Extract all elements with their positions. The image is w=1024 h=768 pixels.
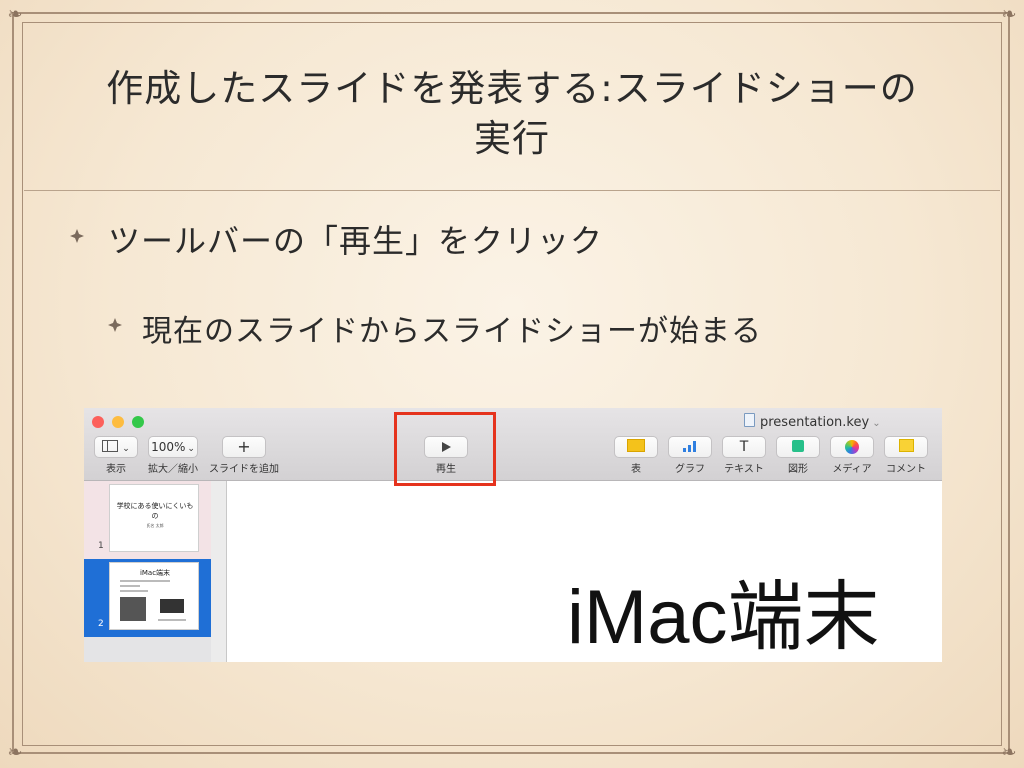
corner-ornament-top-left: ❧ — [7, 4, 23, 25]
shape-button[interactable] — [776, 436, 820, 458]
plus-icon: + — [237, 437, 251, 456]
slide-navigator-item-1[interactable]: 1 学校にある使いにくいもの 氏名 太郎 — [84, 481, 211, 559]
corner-ornament-top-right: ❧ — [1001, 4, 1017, 25]
slide-number: 2 — [98, 619, 104, 629]
sticky-note-icon — [898, 439, 914, 452]
thumbnail-title: 学校にある使いにくいもの — [116, 502, 194, 520]
chevron-down-icon: ⌄ — [122, 444, 130, 454]
zoom-label: 拡大／縮小 — [148, 464, 198, 475]
table-icon — [627, 439, 645, 452]
zoom-select[interactable]: 100% ⌄ — [148, 436, 198, 458]
slide-canvas[interactable]: iMac端末 — [226, 481, 942, 662]
media-button[interactable] — [830, 436, 874, 458]
comment-button[interactable] — [884, 436, 928, 458]
thumbnail-text-line — [120, 580, 170, 582]
slide-navigator: 1 学校にある使いにくいもの 氏名 太郎 2 iMac端末 — [84, 481, 211, 662]
text-button[interactable]: T — [722, 436, 766, 458]
chart-button[interactable] — [668, 436, 712, 458]
thumbnail-subtitle: 氏名 太郎 — [146, 523, 164, 528]
corner-ornament-bottom-right: ❧ — [1001, 742, 1017, 763]
slide-title-line2: 実行 — [474, 117, 550, 160]
table-label: 表 — [631, 464, 641, 475]
thumbnail-photo — [120, 597, 146, 621]
sidebar-layout-icon — [102, 440, 119, 452]
keynote-screenshot: presentation.key ⌄ ⌄ 表示 100% ⌄ 拡大／縮小 + スライ… — [84, 408, 942, 662]
text-label: テキスト — [724, 464, 764, 475]
chevron-down-icon: ⌄ — [187, 444, 195, 454]
corner-ornament-bottom-left: ❧ — [7, 742, 23, 763]
thumbnail-caption-line — [158, 619, 186, 621]
thumbnail-text-line — [120, 585, 140, 587]
view-button[interactable]: ⌄ — [94, 436, 138, 458]
document-title[interactable]: presentation.key ⌄ — [744, 413, 881, 430]
media-label: メディア — [832, 464, 872, 475]
bullet-1: ツールバーの「再生」をクリック — [108, 222, 604, 260]
thumbnail-text-line — [120, 590, 148, 592]
text-t-icon: T — [739, 439, 749, 455]
bar-chart-icon — [681, 440, 699, 452]
bullet-icon — [70, 229, 84, 243]
zoom-window-button[interactable] — [132, 416, 144, 428]
play-button-highlight — [394, 412, 496, 486]
keynote-file-icon — [744, 413, 755, 427]
slide-title-line1: 作成したスライドを発表する:スライドショーの — [106, 67, 918, 110]
title-divider — [24, 190, 1000, 191]
slide-number: 1 — [98, 541, 104, 551]
minimize-window-button[interactable] — [112, 416, 124, 428]
table-button[interactable] — [614, 436, 658, 458]
add-slide-label: スライドを追加 — [209, 464, 279, 475]
add-slide-button[interactable]: + — [222, 436, 266, 458]
keynote-toolbar: presentation.key ⌄ ⌄ 表示 100% ⌄ 拡大／縮小 + スライ… — [84, 408, 942, 481]
slide-navigator-item-2[interactable]: 2 iMac端末 — [84, 559, 211, 637]
slide-title: 作成したスライドを発表する:スライドショーの 実行 — [60, 64, 964, 164]
bullet-2: 現在のスライドからスライドショーが始まる — [142, 314, 762, 349]
bullet-icon — [108, 318, 122, 332]
shape-label: 図形 — [788, 464, 808, 475]
chevron-down-icon: ⌄ — [872, 418, 881, 429]
photos-flower-icon — [845, 440, 859, 454]
comment-label: コメント — [886, 464, 926, 475]
shape-square-icon — [792, 440, 804, 452]
chart-label: グラフ — [675, 464, 705, 475]
close-window-button[interactable] — [92, 416, 104, 428]
slide-thumbnail-1: 学校にある使いにくいもの 氏名 太郎 — [109, 484, 199, 552]
canvas-title: iMac端末 — [567, 575, 880, 660]
thumbnail-title: iMac端末 — [139, 569, 171, 577]
slide-thumbnail-2: iMac端末 — [109, 562, 199, 630]
view-label: 表示 — [106, 464, 126, 475]
thumbnail-photo — [160, 599, 184, 613]
